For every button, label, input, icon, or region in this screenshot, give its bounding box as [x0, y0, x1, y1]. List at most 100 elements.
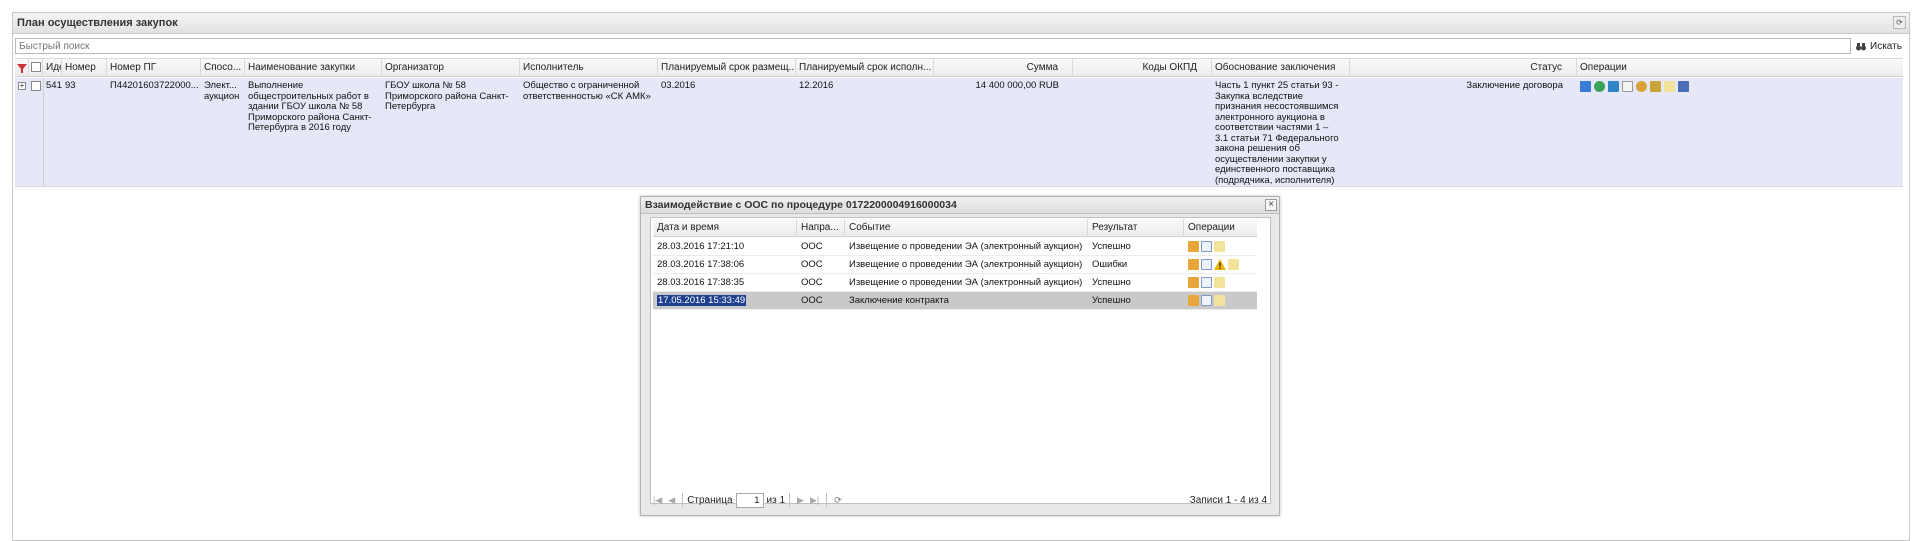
document-icon[interactable]	[1201, 241, 1212, 252]
col-header-method[interactable]: Спосо...	[201, 59, 245, 77]
package-icon[interactable]	[1188, 259, 1199, 270]
package-icon[interactable]	[1188, 277, 1199, 288]
pager-separator	[789, 493, 791, 507]
cell-placement-date: 03.2016	[661, 81, 696, 91]
last-page-icon[interactable]: ▶|	[810, 495, 819, 506]
barcode-icon[interactable]	[1678, 81, 1689, 92]
row-operations	[1188, 277, 1225, 288]
records-count: Записи 1 - 4 из 4	[1189, 494, 1267, 506]
search-button[interactable]: Искать	[1855, 38, 1902, 55]
prev-page-icon[interactable]: ◀	[668, 495, 675, 506]
document-icon[interactable]	[1201, 295, 1212, 306]
binoculars-icon	[1856, 42, 1866, 50]
row-operations	[1188, 241, 1225, 252]
clear-filter-icon[interactable]	[15, 59, 29, 77]
cell-datetime: 17.05.2016 15:33:49	[657, 295, 747, 306]
cell-number: 93	[65, 81, 76, 91]
cell-result: Успешно	[1092, 241, 1131, 252]
col-header-pg-number[interactable]: Номер ПГ	[107, 59, 201, 77]
row-operations	[1188, 295, 1225, 306]
note-icon[interactable]	[1228, 259, 1239, 270]
expand-row-icon[interactable]: +	[18, 82, 26, 90]
col-header-executor[interactable]: Исполнитель	[520, 59, 658, 77]
table-row[interactable]: + 5411 93 П44201603722000... Элект... ау…	[15, 78, 1903, 187]
refresh-icon[interactable]: ⟳	[1893, 16, 1906, 29]
quick-search-input[interactable]	[15, 38, 1851, 54]
dialog-grid-header: Дата и время Напра... Событие Результат …	[653, 219, 1257, 237]
column-divider	[43, 78, 44, 187]
cell-datetime: 28.03.2016 17:21:10	[657, 241, 745, 252]
pager-separator	[826, 493, 828, 507]
row-operations	[1580, 81, 1689, 92]
card-icon[interactable]	[1608, 81, 1619, 92]
col-header-status[interactable]: Статус	[1350, 59, 1577, 77]
cell-datetime: 28.03.2016 17:38:06	[657, 259, 745, 270]
note-icon[interactable]	[1664, 81, 1675, 92]
col-header-number[interactable]: Номер	[62, 59, 107, 77]
cell-status: Заключение договора	[1466, 81, 1563, 91]
cell-id: 5411	[46, 81, 62, 91]
note-icon[interactable]	[1214, 241, 1225, 252]
first-page-icon[interactable]: |◀	[653, 495, 662, 506]
panel-header: План осуществления закупок	[13, 13, 1909, 34]
document-icon[interactable]	[1201, 259, 1212, 270]
row-operations	[1188, 259, 1239, 270]
cell-executor: Общество с ограниченной ответственностью…	[523, 81, 651, 102]
table-row[interactable]: 17.05.2016 15:33:49 ООС Заключение контр…	[653, 292, 1257, 310]
page-label: Страница	[687, 494, 733, 506]
cell-event: Извещение о проведении ЭА (электронный а…	[849, 259, 1083, 270]
sync-icon[interactable]	[1594, 81, 1605, 92]
pager-separator	[682, 493, 684, 507]
refresh-icon[interactable]: ⟳	[834, 495, 842, 506]
cell-event: Извещение о проведении ЭА (электронный а…	[849, 277, 1083, 288]
next-page-icon[interactable]: ▶	[797, 495, 804, 506]
chart-icon[interactable]	[1580, 81, 1591, 92]
table-row[interactable]: 28.03.2016 17:21:10 ООС Извещение о пров…	[653, 238, 1257, 256]
col-header-organizer[interactable]: Организатор	[382, 59, 520, 77]
package-icon[interactable]	[1188, 295, 1199, 306]
cell-execution-date: 12.2016	[799, 81, 834, 91]
col-header-direction[interactable]: Напра...	[797, 219, 845, 236]
document-icon[interactable]	[1201, 277, 1212, 288]
col-header-result[interactable]: Результат	[1088, 219, 1184, 236]
cell-method: Элект... аукцион	[204, 81, 240, 102]
select-all-checkbox[interactable]	[31, 62, 41, 72]
cell-result: Успешно	[1092, 277, 1131, 288]
col-header-okpd[interactable]: Коды ОКПД	[1073, 59, 1212, 77]
cell-justification: Часть 1 пункт 25 статьи 93 - Закупка всл…	[1215, 81, 1339, 186]
cell-organizer: ГБОУ школа № 58 Приморского района Санкт…	[385, 81, 509, 112]
note-icon[interactable]	[1214, 277, 1225, 288]
col-header-datetime[interactable]: Дата и время	[653, 219, 797, 236]
table-row[interactable]: 28.03.2016 17:38:35 ООС Извещение о пров…	[653, 274, 1257, 292]
search-button-label: Искать	[1870, 41, 1902, 52]
col-header-justification[interactable]: Обоснование заключения	[1212, 59, 1350, 77]
document-icon[interactable]	[1622, 81, 1633, 92]
hourglass-icon[interactable]	[1650, 81, 1661, 92]
close-icon[interactable]: ×	[1265, 199, 1277, 211]
row-checkbox[interactable]	[31, 81, 41, 91]
col-header-execution-date[interactable]: Планируемый срок исполн...	[796, 59, 934, 77]
package-icon[interactable]	[1188, 241, 1199, 252]
cell-datetime: 28.03.2016 17:38:35	[657, 277, 745, 288]
page-number-input[interactable]: 1	[735, 492, 764, 508]
cell-event: Извещение о проведении ЭА (электронный а…	[849, 241, 1083, 252]
col-header-operations[interactable]: Операции	[1184, 219, 1257, 236]
note-icon[interactable]	[1214, 295, 1225, 306]
cell-direction: ООС	[801, 241, 823, 252]
col-header-sum[interactable]: Сумма	[934, 59, 1073, 77]
certificate-icon[interactable]	[1636, 81, 1647, 92]
col-header-placement-date[interactable]: Планируемый срок размещ...	[658, 59, 796, 77]
dialog-title: Взаимодействие с ООС по процедуре 017220…	[641, 197, 1279, 214]
select-all-checkbox-cell[interactable]	[29, 59, 43, 77]
col-header-operations[interactable]: Операции	[1577, 59, 1903, 77]
search-row: Искать	[13, 37, 1909, 57]
col-header-name[interactable]: Наименование закупки	[245, 59, 382, 77]
col-header-event[interactable]: Событие	[845, 219, 1088, 236]
cell-direction: ООС	[801, 295, 823, 306]
col-header-id[interactable]: Иде	[43, 59, 62, 77]
warning-icon[interactable]	[1214, 259, 1226, 270]
page-count-label: из 1	[766, 494, 786, 506]
oos-interaction-dialog: Взаимодействие с ООС по процедуре 017220…	[640, 196, 1280, 516]
table-row[interactable]: 28.03.2016 17:38:06 ООС Извещение о пров…	[653, 256, 1257, 274]
cell-direction: ООС	[801, 277, 823, 288]
